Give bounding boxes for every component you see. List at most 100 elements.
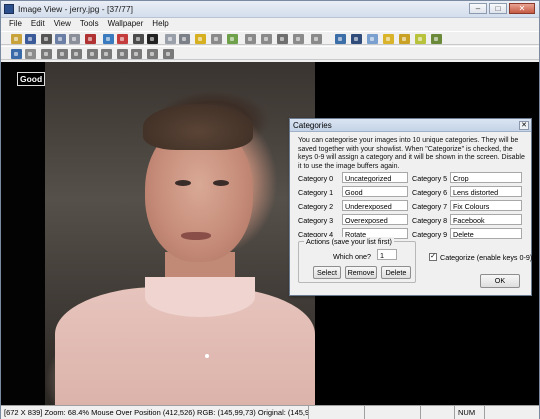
help-icon[interactable] [195, 34, 206, 44]
category-0-field[interactable]: Uncategorized [342, 172, 408, 183]
category-2-label: Category 2 [298, 202, 334, 211]
category-6-row: Category 6 Lens distorted [412, 186, 524, 197]
open-folder-icon[interactable] [11, 34, 22, 44]
category-2-field[interactable]: Underexposed [342, 200, 408, 211]
category-1-row: Category 1 Good [298, 186, 408, 197]
last-image-icon[interactable] [293, 34, 304, 44]
thumbnail-icon[interactable] [147, 49, 158, 59]
category-1-label: Category 1 [298, 188, 334, 197]
category-8-row: Category 8 Facebook [412, 214, 524, 225]
paste-icon[interactable] [69, 34, 80, 44]
category-8-field[interactable]: Facebook [450, 214, 522, 225]
stretch-icon[interactable] [117, 49, 128, 59]
grid-icon[interactable] [131, 49, 142, 59]
status-pane-2 [309, 406, 365, 419]
print-icon[interactable] [165, 34, 176, 44]
new-window-icon[interactable] [11, 49, 22, 59]
status-bar: [672 X 839] Zoom: 68.4% Mouse Over Posit… [1, 405, 539, 419]
category-6-label: Category 6 [412, 188, 448, 197]
tile-icon[interactable] [25, 49, 36, 59]
zoom-in-icon[interactable] [383, 34, 394, 44]
title-bar: Image View - jerry.jpg - [37/77] – □ ✕ [1, 1, 539, 18]
which-one-label: Which one? [333, 252, 371, 261]
category-overlay-label: Good [17, 72, 46, 86]
cut-icon[interactable] [41, 34, 52, 44]
category-5-row: Category 5 Crop [412, 172, 524, 183]
dialog-title-bar: Categories ✕ [290, 119, 531, 132]
ok-button[interactable]: OK [480, 274, 520, 288]
align-bottom-icon[interactable] [101, 49, 112, 59]
category-0-row: Category 0 Uncategorized [298, 172, 408, 183]
histogram-icon[interactable] [103, 34, 114, 44]
status-num: NUM [455, 406, 485, 419]
category-9-field[interactable]: Delete [450, 228, 522, 239]
photo-right-eye [213, 180, 229, 186]
category-3-field[interactable]: Overexposed [342, 214, 408, 225]
dialog-close-button[interactable]: ✕ [519, 121, 529, 130]
sharpen-icon[interactable] [117, 34, 128, 44]
fullscreen-icon[interactable] [431, 34, 442, 44]
maximize-button[interactable]: □ [489, 3, 507, 14]
menu-bar: File Edit View Tools Wallpaper Help [1, 18, 539, 30]
category-2-row: Category 2 Underexposed [298, 200, 408, 211]
flip-icon[interactable] [351, 34, 362, 44]
photo-shirt-button [205, 354, 209, 358]
category-0-label: Category 0 [298, 174, 334, 183]
category-7-row: Category 7 Fix Colours [412, 200, 524, 211]
category-6-field[interactable]: Lens distorted [450, 186, 522, 197]
photo-collar [145, 277, 255, 317]
displayed-photo [45, 62, 315, 405]
resize-icon[interactable] [133, 34, 144, 44]
delete-icon[interactable] [85, 34, 96, 44]
category-3-row: Category 3 Overexposed [298, 214, 408, 225]
category-1-field[interactable]: Good [342, 186, 408, 197]
slideshow-icon[interactable] [311, 34, 322, 44]
app-window: Image View - jerry.jpg - [37/77] – □ ✕ F… [0, 0, 540, 419]
info-icon[interactable] [163, 49, 174, 59]
document-icon[interactable] [179, 34, 190, 44]
previous-image-icon[interactable] [227, 34, 238, 44]
contrast-icon[interactable] [147, 34, 158, 44]
delete-button[interactable]: Delete [381, 266, 411, 279]
categories-dialog: Categories ✕ You can categorise your ima… [289, 118, 532, 296]
align-right-icon[interactable] [71, 49, 82, 59]
categorize-label: Categorize (enable keys 0-9) [440, 253, 533, 262]
align-left-icon[interactable] [41, 49, 52, 59]
menu-file[interactable]: File [5, 18, 27, 30]
zoom-out-icon[interactable] [399, 34, 410, 44]
first-image-icon[interactable] [211, 34, 222, 44]
menu-tools[interactable]: Tools [76, 18, 104, 30]
select-button[interactable]: Select [313, 266, 341, 279]
categorize-checkbox[interactable]: ✓ [429, 253, 437, 261]
copy-icon[interactable] [55, 34, 66, 44]
status-pane-3 [365, 406, 421, 419]
category-3-label: Category 3 [298, 216, 334, 225]
category-7-field[interactable]: Fix Colours [450, 200, 522, 211]
close-button[interactable]: ✕ [509, 3, 535, 14]
pause-icon[interactable] [261, 34, 272, 44]
wallpaper-icon[interactable] [367, 34, 378, 44]
align-top-icon[interactable] [87, 49, 98, 59]
save-icon[interactable] [25, 34, 36, 44]
menu-view[interactable]: View [50, 18, 76, 30]
which-one-field[interactable]: 1 [377, 249, 397, 260]
menu-edit[interactable]: Edit [27, 18, 50, 30]
category-5-label: Category 5 [412, 174, 448, 183]
rotate-icon[interactable] [335, 34, 346, 44]
dialog-title: Categories [293, 121, 332, 130]
window-title: Image View - jerry.jpg - [37/77] [18, 4, 133, 14]
photo-mouth [181, 232, 211, 240]
stop-icon[interactable] [245, 34, 256, 44]
menu-help[interactable]: Help [148, 18, 173, 30]
align-center-icon[interactable] [57, 49, 68, 59]
photo-hair [143, 104, 253, 150]
remove-button[interactable]: Remove [345, 266, 377, 279]
status-pane-4 [421, 406, 455, 419]
actions-group: Actions (save your list first) Which one… [298, 237, 416, 283]
minimize-button[interactable]: – [469, 3, 487, 14]
next-image-icon[interactable] [277, 34, 288, 44]
viewer-background-left [1, 62, 45, 405]
category-5-field[interactable]: Crop [450, 172, 522, 183]
fit-window-icon[interactable] [415, 34, 426, 44]
menu-wallpaper[interactable]: Wallpaper [104, 18, 149, 30]
